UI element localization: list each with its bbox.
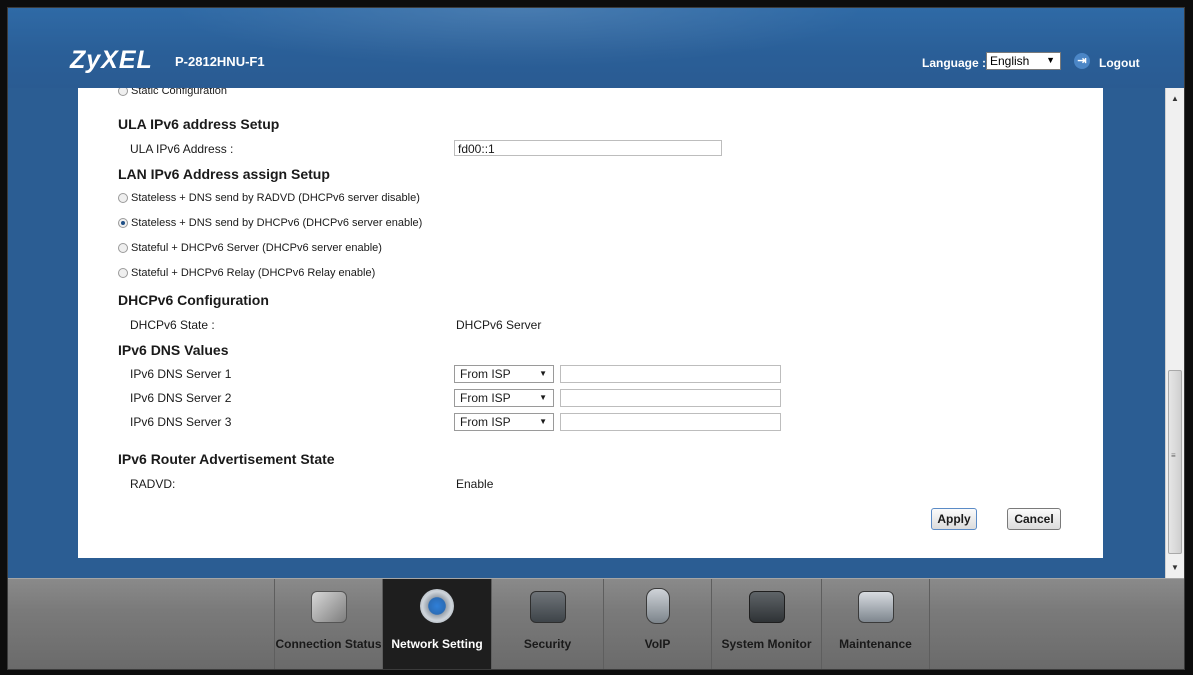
dns-server-3-label: IPv6 DNS Server 3 <box>130 415 232 429</box>
system-monitor-icon <box>748 591 785 623</box>
radio-label: Stateful + DHCPv6 Relay (DHCPv6 Relay en… <box>131 267 376 279</box>
radio-button[interactable] <box>118 193 128 203</box>
radio-button[interactable] <box>118 243 128 253</box>
nav-label: Network Setting <box>391 637 483 651</box>
dns-server-2-input[interactable] <box>560 389 781 407</box>
brand-logo: ZyXEL <box>70 46 153 74</box>
apply-button[interactable]: Apply <box>931 508 977 530</box>
security-icon <box>529 591 566 623</box>
nav-network-setting[interactable]: Network Setting <box>382 579 491 669</box>
radio-button[interactable] <box>118 268 128 278</box>
nav-label: Maintenance <box>839 637 912 651</box>
ula-section-title: ULA IPv6 address Setup <box>118 116 280 132</box>
ula-address-input[interactable]: fd00::1 <box>454 140 722 156</box>
language-value: English <box>990 54 1030 68</box>
radio-static-configuration[interactable]: Static Configuration <box>118 88 227 97</box>
scroll-up-arrow-icon[interactable]: ▲ <box>1171 94 1179 103</box>
model-name: P-2812HNU-F1 <box>175 54 265 69</box>
scroll-thumb[interactable]: ≡ <box>1168 370 1182 554</box>
dns-server-3-input[interactable] <box>560 413 781 431</box>
nav-connection-status[interactable]: Connection Status <box>274 579 382 669</box>
dns-server-2-label: IPv6 DNS Server 2 <box>130 391 232 405</box>
nav-label: VoIP <box>644 637 671 651</box>
maintenance-icon <box>857 591 894 623</box>
language-select[interactable]: English ▼ <box>986 52 1061 70</box>
nav-label: Connection Status <box>275 637 382 651</box>
scroll-down-arrow-icon[interactable]: ▼ <box>1171 563 1179 572</box>
radio-label: Static Configuration <box>131 88 227 97</box>
radio-label: Stateless + DNS send by RADVD (DHCPv6 se… <box>131 192 420 204</box>
logout-icon[interactable]: ⇥ <box>1074 53 1090 69</box>
bottom-navigation: Connection Status Network Setting Securi… <box>8 578 1184 669</box>
radio-label: Stateless + DNS send by DHCPv6 (DHCPv6 s… <box>131 217 423 229</box>
dns-server-2-mode-select[interactable]: From ISP ▼ <box>454 389 554 407</box>
radvd-value: Enable <box>456 477 494 491</box>
header-bar: ZyXEL P-2812HNU-F1 Language : English ▼ … <box>8 8 1184 88</box>
chevron-down-icon: ▼ <box>539 417 547 426</box>
chevron-down-icon: ▼ <box>539 393 547 402</box>
radvd-label: RADVD: <box>130 477 176 491</box>
lan-section-title: LAN IPv6 Address assign Setup <box>118 166 330 182</box>
dns-server-3-mode-select[interactable]: From ISP ▼ <box>454 413 554 431</box>
radio-button[interactable] <box>118 88 128 96</box>
network-setting-icon <box>420 589 454 623</box>
radio-label: Stateful + DHCPv6 Server (DHCPv6 server … <box>131 242 382 254</box>
radio-option-dhcpv6-stateless[interactable]: Stateless + DNS send by DHCPv6 (DHCPv6 s… <box>118 217 422 229</box>
radio-option-dhcpv6-server[interactable]: Stateful + DHCPv6 Server (DHCPv6 server … <box>118 242 382 254</box>
nav-security[interactable]: Security <box>491 579 603 669</box>
dns-server-1-mode-select[interactable]: From ISP ▼ <box>454 365 554 383</box>
chevron-down-icon: ▼ <box>539 369 547 378</box>
dhcpv6-section-title: DHCPv6 Configuration <box>118 292 269 308</box>
logout-link[interactable]: Logout <box>1099 56 1140 70</box>
connection-status-icon <box>310 591 347 623</box>
select-value: From ISP <box>460 415 511 429</box>
nav-voip[interactable]: VoIP <box>603 579 711 669</box>
router-adv-section-title: IPv6 Router Advertisement State <box>118 451 335 467</box>
vertical-scrollbar[interactable]: ▲ ≡ ▼ <box>1165 88 1184 578</box>
cancel-button[interactable]: Cancel <box>1007 508 1061 530</box>
ula-address-label: ULA IPv6 Address : <box>130 142 234 156</box>
radio-option-dhcpv6-relay[interactable]: Stateful + DHCPv6 Relay (DHCPv6 Relay en… <box>118 267 375 279</box>
dns-section-title: IPv6 DNS Values <box>118 342 229 358</box>
select-value: From ISP <box>460 391 511 405</box>
chevron-down-icon: ▼ <box>1046 55 1055 65</box>
grip-icon: ≡ <box>1171 451 1176 460</box>
nav-label: System Monitor <box>721 637 812 651</box>
select-value: From ISP <box>460 367 511 381</box>
router-web-ui: ZyXEL P-2812HNU-F1 Language : English ▼ … <box>7 7 1185 670</box>
dns-server-1-input[interactable] <box>560 365 781 383</box>
radio-button-selected[interactable] <box>118 218 128 228</box>
dns-server-1-label: IPv6 DNS Server 1 <box>130 367 232 381</box>
nav-label: Security <box>523 637 572 651</box>
dhcpv6-state-value: DHCPv6 Server <box>456 318 542 332</box>
header-shine <box>168 8 868 68</box>
dhcpv6-state-label: DHCPv6 State : <box>130 318 215 332</box>
radio-option-radvd[interactable]: Stateless + DNS send by RADVD (DHCPv6 se… <box>118 192 420 204</box>
nav-system-monitor[interactable]: System Monitor <box>711 579 821 669</box>
voip-icon <box>645 588 670 624</box>
ipv6-lan-setup-panel: Static Configuration ULA IPv6 address Se… <box>78 88 1103 558</box>
nav-maintenance[interactable]: Maintenance <box>821 579 930 669</box>
language-label: Language : <box>922 56 987 70</box>
